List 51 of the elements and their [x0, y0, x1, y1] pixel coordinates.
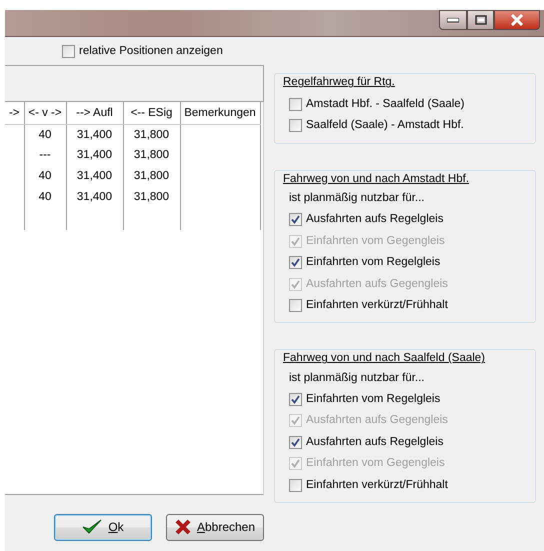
ok-button[interactable]: Ok [54, 514, 152, 541]
group-subtitle: ist planmäßig nutzbar für... [288, 370, 426, 386]
checkbox-label: Amstadt Hbf. - Saalfeld (Saale) [306, 96, 465, 112]
table-cell: 31,800 [123, 145, 180, 166]
table-cell: 31,800 [123, 166, 180, 188]
checkbox-label: Ausfahrten aufs Gegengleis [306, 276, 448, 292]
checkbox-label: Ausfahrten aufs Regelgleis [306, 434, 444, 450]
table-cell: 31,400 [66, 187, 123, 208]
table-cell: 31,400 [66, 166, 123, 188]
column-header[interactable]: -> [5, 102, 24, 124]
table-cell: 40 [24, 187, 66, 208]
cross-icon [174, 519, 191, 536]
checkbox-label: Ausfahrten aufs Regelgleis [306, 212, 444, 228]
minimize-button[interactable] [439, 10, 467, 30]
minimize-icon [447, 18, 459, 22]
table-cell: --- [24, 145, 66, 166]
checkbox[interactable] [289, 436, 302, 449]
checkbox[interactable] [289, 98, 302, 111]
checkbox-label: Einfahrten vom Regelgleis [306, 255, 440, 270]
table-cell: 31,800 [123, 124, 180, 146]
checkbox-label: relative Positionen anzeigen [79, 44, 223, 58]
checkbox[interactable] [289, 119, 302, 132]
table-cell: 40 [24, 124, 66, 146]
checkbox[interactable] [289, 299, 302, 312]
table-cell: 31,800 [123, 187, 180, 208]
column-header[interactable]: <- v -> [24, 102, 66, 124]
checkbox-label: Einfahrten vom Gegengleis [306, 234, 445, 249]
checkbox[interactable] [62, 44, 75, 58]
maximize-button[interactable] [467, 10, 494, 30]
checkbox-label: Einfahrten vom Gegengleis [306, 456, 445, 472]
table-cell: 31,400 [66, 124, 123, 146]
checkbox[interactable] [289, 478, 302, 492]
column-header[interactable]: --> Aufl [66, 102, 123, 124]
checkbox-label: Einfahrten verkürzt/Frühhalt [306, 298, 448, 314]
table-cell: 31,400 [66, 145, 123, 166]
table-cell: 40 [24, 166, 66, 188]
checkbox[interactable] [289, 213, 302, 226]
column-header[interactable]: Bemerkungen [180, 102, 260, 124]
maximize-icon [474, 15, 486, 25]
checkbox-label: Einfahrten vom Regelgleis [306, 392, 440, 407]
close-icon [510, 14, 524, 26]
checkbox-label: Ausfahrten aufs Gegengleis [306, 413, 448, 428]
checkbox-label: Einfahrten verkürzt/Frühhalt [306, 478, 448, 493]
checkbox-label: Saalfeld (Saale) - Amstadt Hbf. [306, 118, 464, 134]
checkmark-icon [82, 519, 102, 536]
checkbox[interactable] [289, 256, 302, 270]
column-header[interactable]: <-- ESig [123, 102, 180, 124]
cancel-button[interactable]: Abbrechen [166, 514, 264, 541]
close-button[interactable] [494, 10, 540, 30]
group-subtitle: ist planmäßig nutzbar für... [288, 190, 426, 206]
checkbox[interactable] [289, 392, 302, 406]
